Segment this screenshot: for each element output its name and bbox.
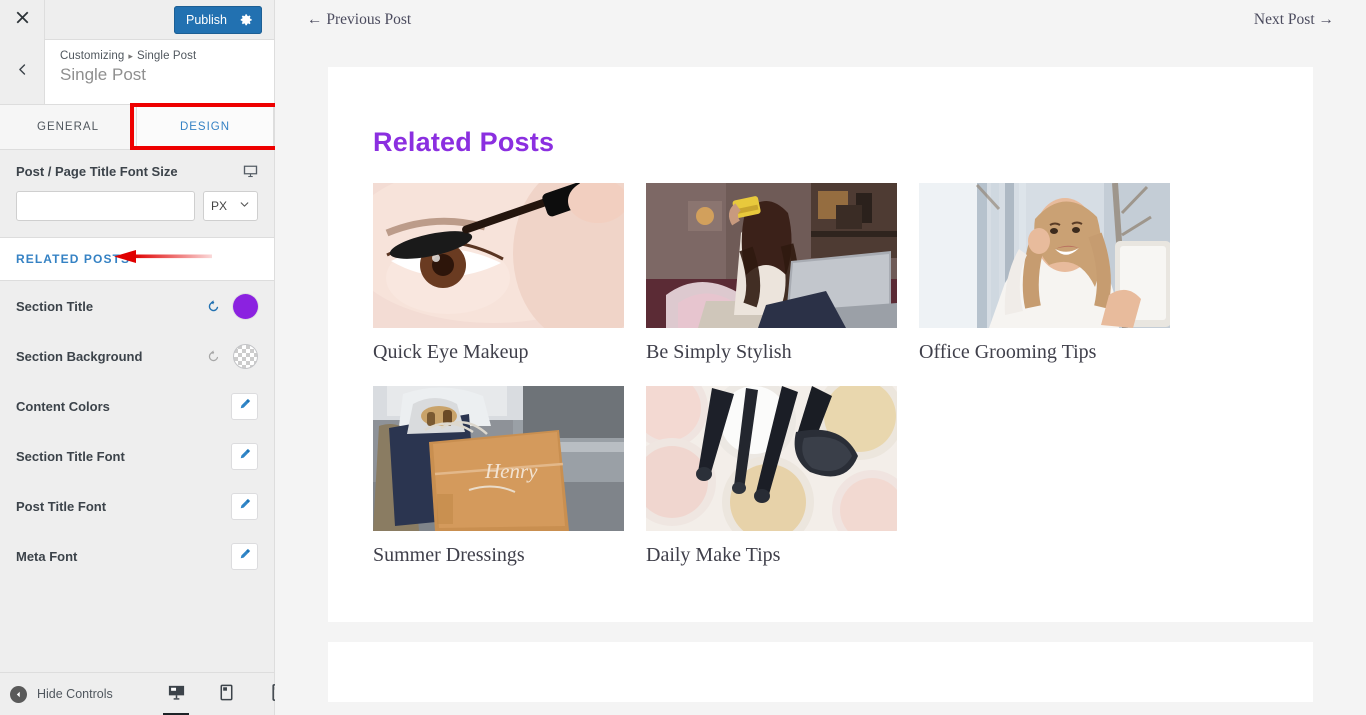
desktop-icon[interactable] [243, 164, 258, 179]
breadcrumb: Customizing ▸ Single Post [60, 50, 196, 62]
publish-button[interactable]: Publish [174, 5, 262, 34]
panel-heading: Customizing ▸ Single Post Single Post [45, 40, 196, 104]
customizer-sidebar: Publish Customizing ▸ Single Post Single P… [0, 0, 281, 715]
font-size-label-row: Post / Page Title Font Size [16, 164, 258, 179]
control-right-section-background [206, 343, 258, 369]
breadcrumb-separator: ▸ [128, 51, 133, 61]
hide-controls-button[interactable]: Hide Controls [10, 685, 113, 703]
related-post-item: Henry Summer Dressings [373, 386, 624, 567]
post-navigation: ← Previous Post Next Post → [275, 0, 1366, 40]
edit-button-content-colors[interactable] [231, 392, 258, 420]
pencil-icon [238, 547, 252, 566]
sidebar-footer: Hide Controls [0, 672, 281, 715]
sidebar-tabs: GENERAL DESIGN [0, 103, 280, 150]
related-post-item: Office Grooming Tips [919, 183, 1170, 364]
sidebar-topbar: Publish [0, 0, 274, 40]
breadcrumb-current: Single Post [137, 50, 197, 62]
control-row-section-title: Section Title [0, 281, 274, 331]
publish-label: Publish [186, 12, 227, 27]
control-label-meta-font: Meta Font [16, 548, 78, 564]
chevron-down-icon [239, 199, 250, 213]
chevron-left-icon [16, 63, 29, 81]
related-post-item: Be Simply Stylish [646, 183, 897, 364]
post-title-link[interactable]: Be Simply Stylish [646, 340, 897, 364]
post-thumbnail-office-grooming-tips[interactable] [919, 183, 1170, 328]
font-size-input[interactable] [16, 191, 195, 221]
font-size-control: Post / Page Title Font Size PX [0, 150, 274, 238]
post-title-link[interactable]: Daily Make Tips [646, 543, 897, 567]
post-thumbnail-quick-eye-makeup[interactable] [373, 183, 624, 328]
pencil-icon [238, 497, 252, 516]
section-header-related-posts[interactable]: RELATED POSTS [0, 238, 274, 281]
related-posts-heading: Related Posts [373, 127, 555, 157]
control-label-section-title: Section Title [16, 298, 94, 314]
related-post-item: Daily Make Tips [646, 386, 897, 567]
control-label-section-background: Section Background [16, 348, 143, 364]
previous-post-link[interactable]: ← Previous Post [307, 11, 411, 29]
post-thumbnail-be-simply-stylish[interactable] [646, 183, 897, 328]
tab-general-label: GENERAL [37, 121, 99, 133]
collapse-left-icon [10, 685, 27, 703]
control-row-section-title-font: Section Title Font [0, 431, 274, 481]
tablet-icon [217, 683, 236, 707]
related-posts-grid: Quick Eye Makeup Be Simply Stylish Offic… [328, 183, 1313, 567]
color-swatch-section-title[interactable] [233, 293, 258, 319]
device-button-desktop[interactable] [162, 675, 190, 715]
sidebar-controls: Post / Page Title Font Size PX RELATED P… [0, 150, 274, 672]
breadcrumb-root[interactable]: Customizing [60, 50, 124, 62]
control-row-content-colors: Content Colors [0, 381, 274, 431]
device-preview-buttons [162, 673, 290, 715]
tab-general[interactable]: GENERAL [0, 105, 137, 149]
related-post-item: Quick Eye Makeup [373, 183, 624, 364]
related-posts-control-rows: Section Title Section Background Content… [0, 281, 274, 581]
font-size-unit-value: PX [211, 199, 228, 213]
control-row-meta-font: Meta Font [0, 531, 274, 581]
font-size-unit-select[interactable]: PX [203, 191, 258, 221]
svg-text:Henry: Henry [484, 459, 538, 483]
control-label-section-title-font: Section Title Font [16, 448, 125, 464]
hide-controls-label: Hide Controls [37, 687, 113, 701]
sidebar-header: Customizing ▸ Single Post Single Post [0, 40, 274, 105]
device-button-tablet[interactable] [212, 675, 240, 715]
control-row-post-title-font: Post Title Font [0, 481, 274, 531]
edit-button-post-title-font[interactable] [231, 492, 258, 520]
post-title-link[interactable]: Quick Eye Makeup [373, 340, 624, 364]
next-section-card [328, 642, 1313, 702]
pencil-icon [238, 447, 252, 466]
related-posts-card: Related Posts Quick Eye Makeup Be Simply… [328, 67, 1313, 622]
back-button[interactable] [0, 40, 45, 104]
close-icon [15, 10, 30, 30]
gear-icon[interactable] [239, 13, 253, 27]
post-title-link[interactable]: Office Grooming Tips [919, 340, 1170, 364]
tab-design[interactable]: DESIGN [137, 105, 274, 149]
reset-icon[interactable] [206, 349, 221, 364]
control-label-post-title-font: Post Title Font [16, 498, 107, 514]
desktop-icon [167, 683, 186, 707]
control-label-content-colors: Content Colors [16, 398, 110, 414]
customizer-app: Publish Customizing ▸ Single Post Single P… [0, 0, 1366, 715]
reset-icon[interactable] [206, 299, 221, 314]
red-arrow-left-icon [112, 248, 212, 271]
control-right-section-title [206, 293, 258, 319]
post-thumbnail-daily-make-tips[interactable] [646, 386, 897, 531]
edit-button-meta-font[interactable] [231, 542, 258, 570]
next-post-link[interactable]: Next Post → [1254, 11, 1334, 29]
post-thumbnail-summer-dressings[interactable]: Henry [373, 386, 624, 531]
pencil-icon [238, 397, 252, 416]
color-swatch-section-background[interactable] [233, 343, 258, 369]
font-size-input-row: PX [16, 191, 258, 221]
page-title: Single Post [60, 65, 146, 84]
font-size-label: Post / Page Title Font Size [16, 164, 178, 179]
close-customizer-button[interactable] [0, 0, 45, 40]
tab-design-label: DESIGN [179, 121, 231, 133]
edit-button-section-title-font[interactable] [231, 442, 258, 470]
post-title-link[interactable]: Summer Dressings [373, 543, 624, 567]
site-preview: ← Previous Post Next Post → Related Post… [275, 0, 1366, 715]
control-row-section-background: Section Background [0, 331, 274, 381]
